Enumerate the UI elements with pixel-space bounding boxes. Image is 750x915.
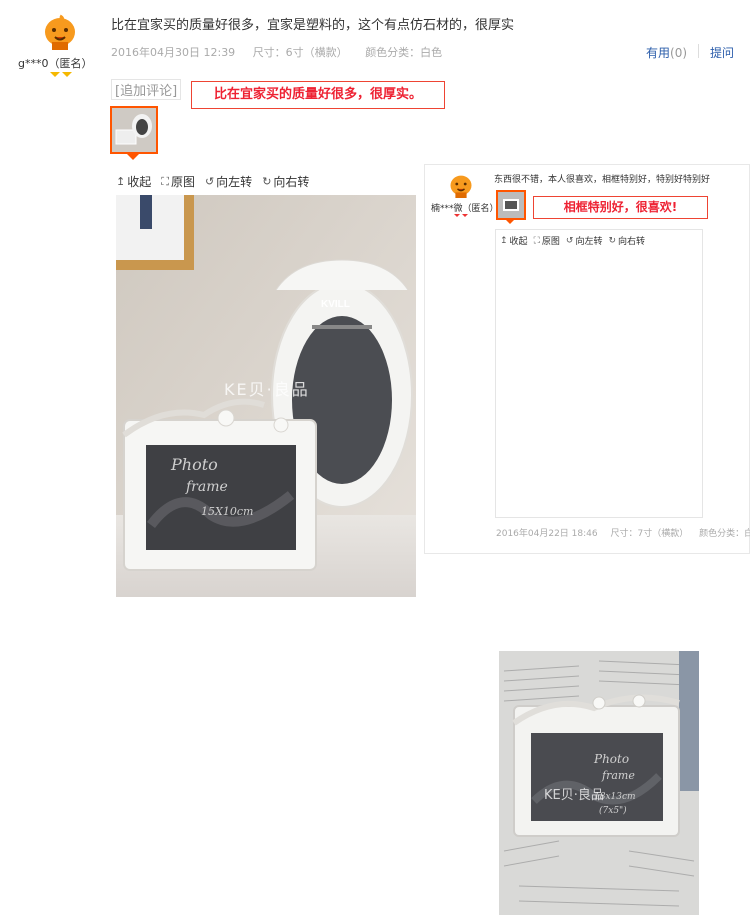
review-text: 比在宜家买的质量好很多，宜家是塑料的，这个有点仿石材的，很厚实 xyxy=(111,18,515,33)
rotate-right-button[interactable]: ↻ 向右转 xyxy=(262,173,309,190)
inset-collapse-button[interactable]: ↥ 收起 xyxy=(500,234,528,248)
reviewer-level-badge xyxy=(50,72,72,82)
review-meta: 2016年04月30日 12:39 尺寸：6寸（横款） 颜色分类：白色 xyxy=(111,44,456,60)
expand-icon: ⛶ xyxy=(161,174,169,188)
rotate-left-button[interactable]: ↺ 向左转 xyxy=(205,173,252,190)
inset-rotate-right-button[interactable]: ↻ 向右转 xyxy=(608,234,646,248)
rotate-right-icon: ↻ xyxy=(262,175,272,188)
review-size: 尺寸：6寸（横款） xyxy=(252,46,348,59)
expand-icon: ⛶ xyxy=(533,235,540,246)
inset-review-meta: 2016年04月22日 18:46 尺寸：7寸（横款） 颜色分类：白色 xyxy=(496,526,750,539)
photo-thumbnail[interactable] xyxy=(110,106,158,154)
rotate-left-icon: ↺ xyxy=(204,175,215,188)
inset-watermark: KE贝·良品 xyxy=(544,787,604,803)
inset-review-date: 2016年04月22日 18:46 xyxy=(496,529,598,539)
original-label: 原图 xyxy=(541,237,560,247)
avatar-icon xyxy=(447,170,475,198)
frame-text: Photo xyxy=(170,455,218,474)
heart-icon xyxy=(462,214,468,220)
collapse-label: 收起 xyxy=(509,237,528,247)
user-avatar[interactable] xyxy=(40,10,80,50)
collapse-label: 收起 xyxy=(127,175,152,189)
review-photo[interactable]: KVILL Photo frame 15X10cm KE贝·良品 xyxy=(116,195,416,597)
rotate-right-icon: ↻ xyxy=(608,235,616,246)
rotate-right-label: 向右转 xyxy=(618,237,646,247)
ask-button[interactable]: 提问 xyxy=(710,44,734,61)
inset-thumbnail-pointer xyxy=(506,220,514,228)
watermark: KE贝·良品 xyxy=(224,380,310,399)
inset-image-toolbar: ↥ 收起 ⛶ 原图 ↺ 向左转 ↻ 向右转 xyxy=(500,234,646,248)
inset-review-color: 颜色分类：白色 xyxy=(699,529,750,539)
reviewer-name[interactable]: g***0（匿名） xyxy=(18,55,92,71)
review-date: 2016年04月30日 12:39 xyxy=(111,46,236,59)
inset-photo-thumbnail[interactable] xyxy=(496,190,526,220)
image-toolbar: ↥ 收起 ⛶ 原图 ↺ 向左转 ↻ 向右转 xyxy=(116,173,309,190)
rotate-left-label: 向左转 xyxy=(216,175,253,189)
inset-image-viewer xyxy=(495,229,703,518)
rotate-right-label: 向右转 xyxy=(273,175,310,189)
useful-label: 有用 xyxy=(646,46,671,60)
inset-user-avatar[interactable] xyxy=(447,170,475,198)
rotate-left-icon: ↺ xyxy=(565,235,574,246)
avatar-icon xyxy=(40,10,80,50)
inset-reviewer-name[interactable]: 楠***微（匿名） xyxy=(431,201,499,214)
inset-frame-text-2: frame xyxy=(601,769,635,782)
rotate-left-label: 向左转 xyxy=(575,237,603,247)
original-image-button[interactable]: ⛶ 原图 xyxy=(161,173,195,190)
diamond-icon xyxy=(62,72,72,82)
collapse-icon: ↥ xyxy=(500,235,508,246)
inset-rotate-left-button[interactable]: ↺ 向左转 xyxy=(565,234,603,248)
inset-original-image-button[interactable]: ⛶ 原图 xyxy=(533,234,560,248)
inset-frame-size-2: (7x5") xyxy=(599,805,627,816)
useful-button[interactable]: 有用(0) xyxy=(646,44,687,61)
heart-icon xyxy=(454,214,460,220)
inset-frame-text: Photo xyxy=(593,752,629,766)
inset-review-size: 尺寸：7寸（横款） xyxy=(610,529,689,539)
inset-annotation-callout: 相框特别好，很喜欢! xyxy=(533,196,708,219)
useful-count: (0) xyxy=(670,46,688,60)
collapse-icon: ↥ xyxy=(116,175,126,188)
frame-text-2: frame xyxy=(185,479,228,495)
followup-tag: [追加评论] xyxy=(111,79,182,100)
review-color: 颜色分类：白色 xyxy=(365,46,443,59)
inset-review-text: 东西很不错，本人很喜欢，相框特别好，特别好特别好 xyxy=(494,175,711,185)
diamond-icon xyxy=(50,72,60,82)
divider xyxy=(698,44,699,58)
original-label: 原图 xyxy=(170,175,195,189)
inset-review-photo[interactable]: Photo frame 18x13cm (7x5") KE贝·良品 xyxy=(499,651,699,915)
kvill-label: KVILL xyxy=(321,299,350,310)
frame-size: 15X10cm xyxy=(201,505,253,518)
inset-level-badge xyxy=(454,214,468,220)
annotation-callout: 比在宜家买的质量好很多，很厚实。 xyxy=(191,81,445,109)
collapse-button[interactable]: ↥ 收起 xyxy=(116,173,151,190)
